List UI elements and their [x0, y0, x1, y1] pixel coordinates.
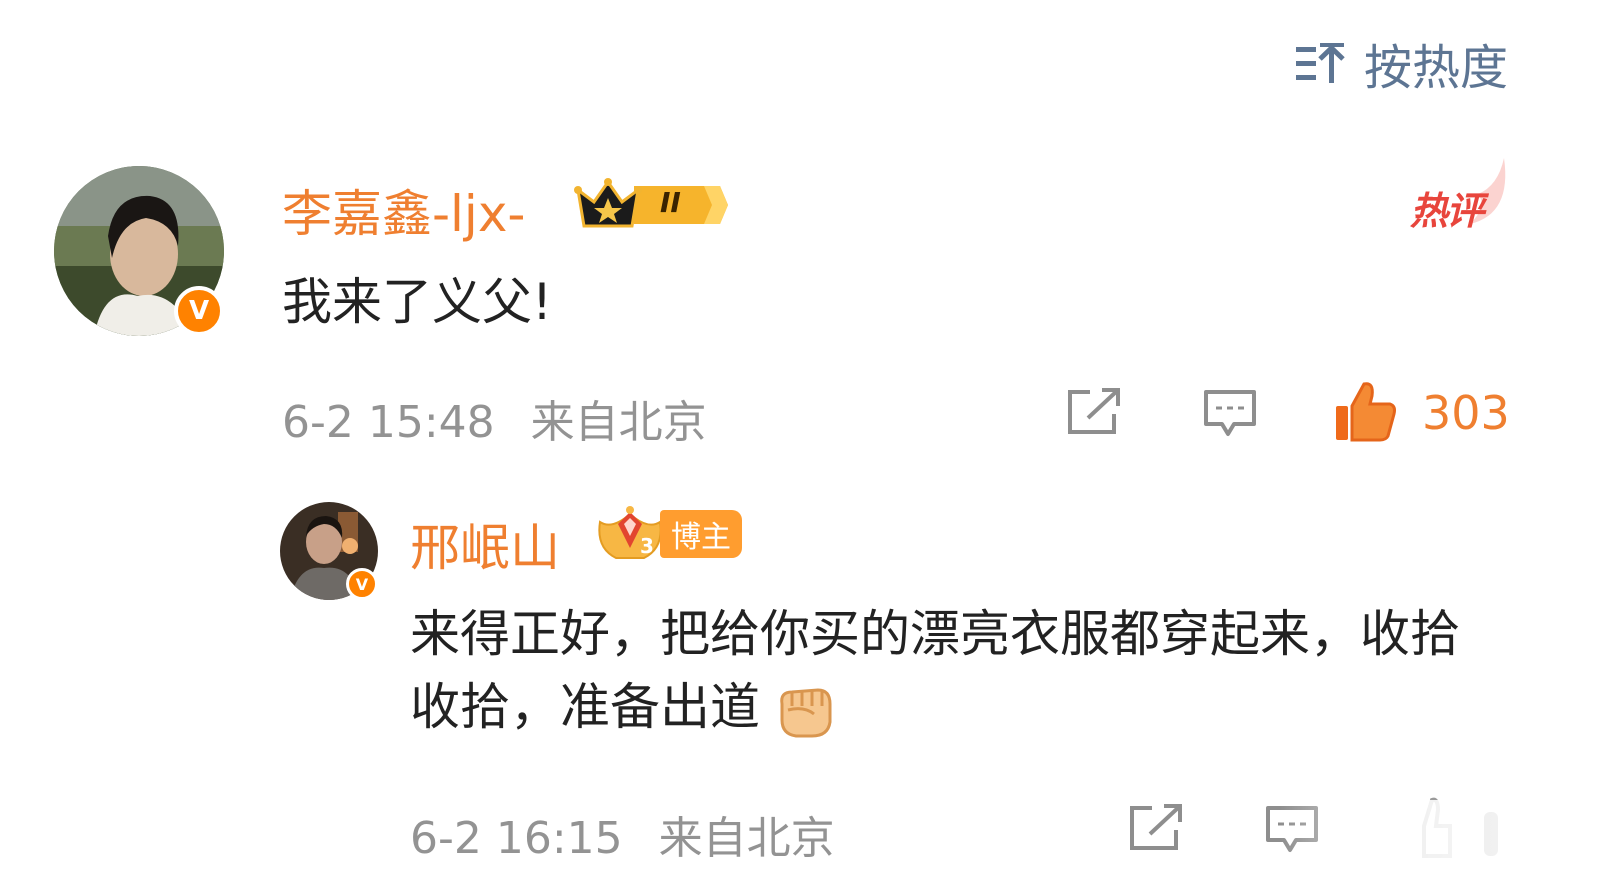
comment-date: 6-2 15:48: [282, 397, 495, 448]
fan-crown-icon: [598, 506, 662, 559]
reply-text: 来得正好，把给你买的漂亮衣服都穿起来，收拾收拾，准备出道: [410, 598, 1470, 744]
reply-location: 来自北京: [658, 813, 835, 864]
fan-level-badge[interactable]: 3: [594, 504, 666, 564]
reply-meta: 6-2 16:15 来自北京: [410, 802, 835, 866]
fist-emoji-icon: [774, 682, 834, 740]
share-button[interactable]: [1064, 386, 1124, 438]
verified-badge-icon: V: [346, 568, 378, 600]
comment-icon: [1204, 390, 1256, 436]
sort-icon: [1294, 39, 1346, 87]
comment-username[interactable]: 李嘉鑫-ljx-: [282, 174, 525, 246]
author-tag: 博主: [660, 510, 742, 558]
membership-crown-badge[interactable]: II: [574, 176, 730, 234]
reply-button[interactable]: [1200, 386, 1260, 440]
share-icon: [1068, 388, 1120, 434]
crown-icon: [574, 178, 728, 228]
thumbs-up-icon: [1336, 382, 1396, 442]
reply-username[interactable]: 邢岷山: [410, 508, 560, 580]
watermark-fade: [1280, 800, 1600, 895]
share-icon: [1130, 804, 1182, 850]
verified-badge-icon: V: [174, 286, 224, 336]
comment-thread: 按热度 V 李嘉鑫-ljx- II 热评 我来了义父! 6-2 15:48 来自…: [0, 0, 1600, 895]
sort-by-hot-button[interactable]: 按热度: [1294, 28, 1508, 98]
sort-label: 按热度: [1363, 40, 1508, 96]
hot-comment-badge: 热评: [1408, 158, 1512, 233]
comment-meta: 6-2 15:48 来自北京: [282, 386, 707, 450]
reply-share-button[interactable]: [1126, 802, 1186, 854]
comment-location: 来自北京: [530, 397, 707, 448]
like-count: 303: [1422, 386, 1510, 440]
reply-date: 6-2 16:15: [410, 813, 623, 864]
membership-level-label: II: [660, 186, 681, 219]
comment-text: 我来了义父!: [282, 273, 553, 331]
like-button[interactable]: [1334, 380, 1398, 442]
fan-level-number: 3: [640, 534, 654, 558]
